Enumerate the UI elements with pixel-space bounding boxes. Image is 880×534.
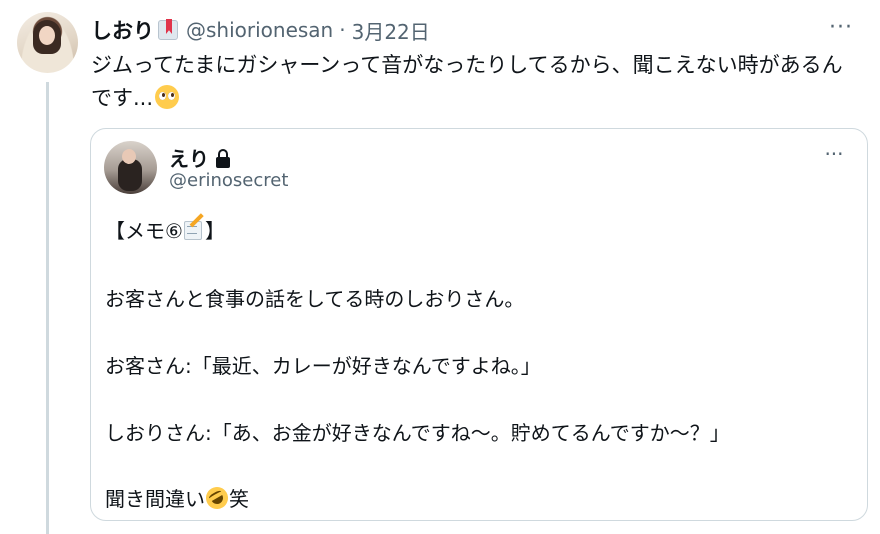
memo-icon (183, 213, 205, 241)
bookmark-emoji-icon (156, 18, 180, 42)
quoted-line-4: 聞き間違い笑 (105, 482, 249, 514)
quoted-line-2: お客さん:「最近、カレーが好きなんですよね。」 (105, 354, 541, 378)
author-name[interactable]: しおり (91, 15, 154, 45)
timestamp[interactable]: 3月22日 (352, 16, 430, 45)
quoted-line-3: しおりさん:「あ、お金が好きなんですね〜。貯めてるんですか〜？」 (105, 421, 730, 445)
more-options-icon[interactable]: ··· (826, 12, 856, 42)
thread-line (46, 82, 49, 534)
lock-icon (215, 148, 231, 168)
avatar[interactable] (17, 12, 78, 73)
quoted-more-options-icon[interactable]: ··· (819, 139, 849, 169)
quoted-line-memo: 【メモ⑥】 (105, 213, 225, 244)
quoted-avatar[interactable] (104, 141, 157, 194)
rofl-face-icon (201, 482, 233, 514)
separator: · (339, 18, 346, 42)
author-handle[interactable]: @shiorionesan (186, 18, 333, 42)
quote-card[interactable]: えり @erinosecret ··· 【メモ⑥】 お客さんと食事の話をしてる時… (90, 128, 868, 521)
quoted-author-handle[interactable]: @erinosecret (169, 170, 288, 191)
quoted-line-1: お客さんと食事の話をしてる時のしおりさん。 (105, 287, 525, 311)
tweet-header: しおり @shiorionesan · 3月22日 (91, 16, 430, 44)
tweet-text: ジムってたまにガシャーンって音がなったりしてるから、聞こえない時があるんです..… (91, 49, 861, 115)
pleading-face-icon (155, 85, 180, 109)
tweet-text-content: ジムってたまにガシャーンって音がなったりしてるから、聞こえない時があるんです..… (91, 53, 843, 110)
quoted-author-name[interactable]: えり (169, 143, 209, 172)
quoted-author: えり (169, 143, 231, 172)
